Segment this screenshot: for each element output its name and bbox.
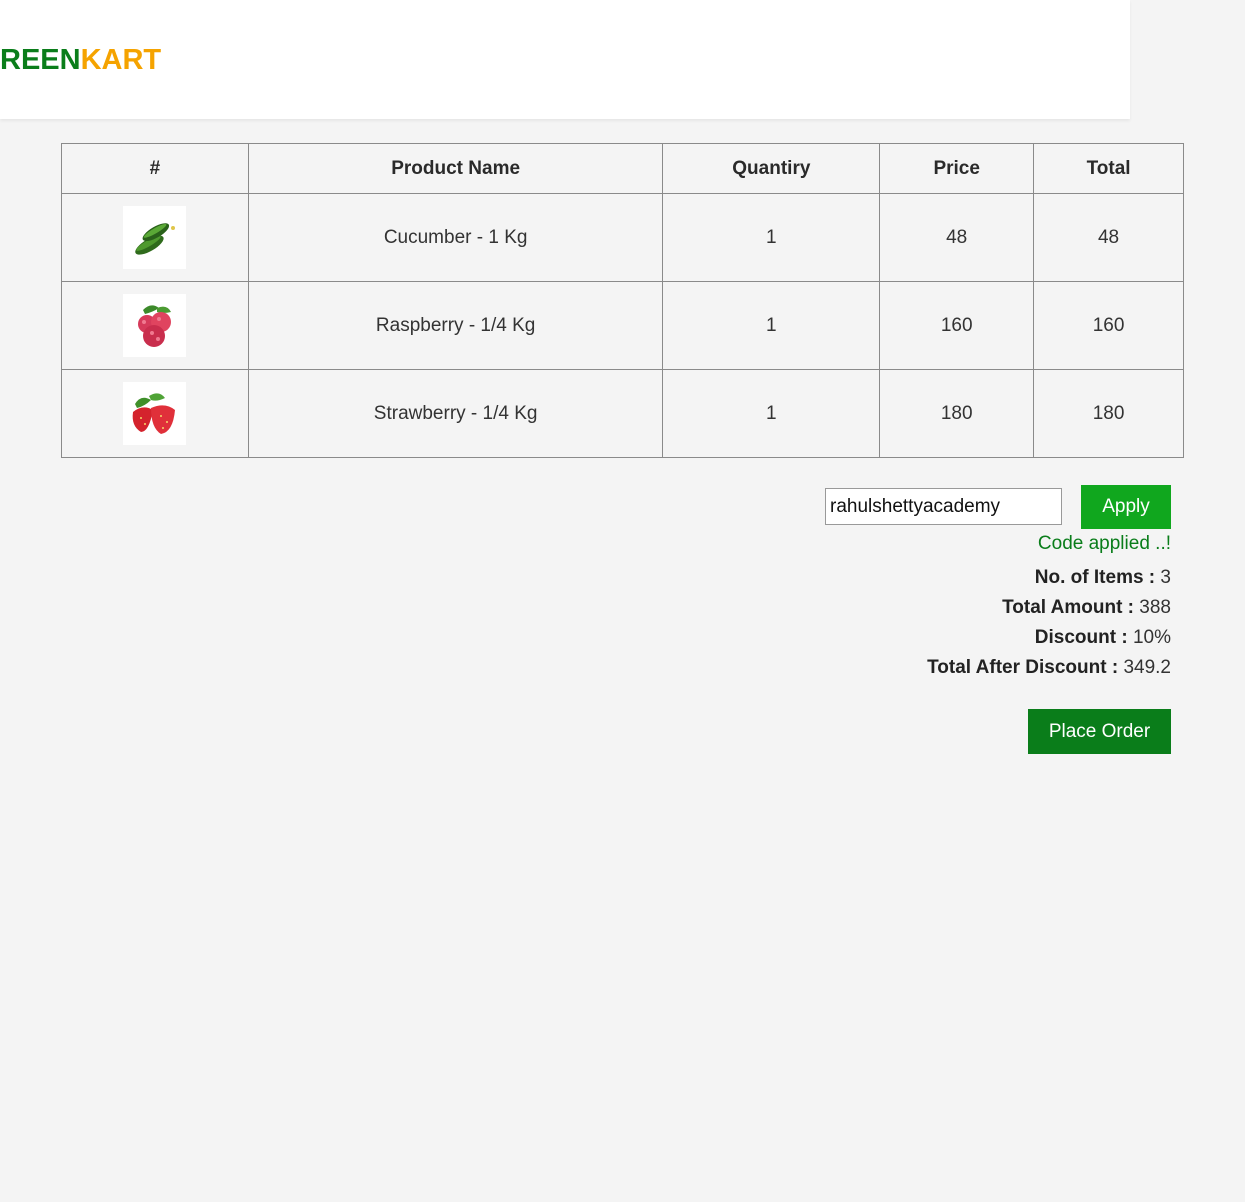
total-after-discount-value: 349.2 bbox=[1123, 657, 1171, 678]
product-image-cell bbox=[61, 281, 249, 370]
items-count-value: 3 bbox=[1160, 567, 1171, 588]
product-image-cell bbox=[61, 193, 249, 282]
total-amount-label: Total Amount : bbox=[1002, 597, 1135, 618]
column-header-index: # bbox=[61, 143, 249, 194]
discount-value: 10% bbox=[1132, 627, 1171, 648]
product-price: 48 bbox=[879, 193, 1035, 282]
table-row: Raspberry - 1/4 Kg 1 160 160 bbox=[61, 281, 1184, 370]
discount-label: Discount : bbox=[1034, 627, 1128, 648]
header: REENKART bbox=[0, 0, 1130, 119]
product-quantity: 1 bbox=[662, 193, 881, 282]
product-name: Raspberry - 1/4 Kg bbox=[247, 281, 664, 370]
column-header-product-name: Product Name bbox=[247, 143, 664, 194]
total-after-discount-label: Total After Discount : bbox=[927, 657, 1119, 678]
cucumber-image bbox=[123, 206, 187, 269]
product-price: 180 bbox=[879, 369, 1035, 458]
brand-logo-orange-part: KART bbox=[80, 44, 162, 76]
total-amount-value: 388 bbox=[1139, 597, 1171, 618]
order-summary: No. of Items : 3 Total Amount : 388 Disc… bbox=[927, 563, 1171, 683]
promo-info-message: Code applied ..! bbox=[1037, 533, 1171, 554]
product-total: 48 bbox=[1033, 193, 1184, 282]
summary-total-row: Total Amount : 388 bbox=[927, 593, 1171, 623]
product-name: Cucumber - 1 Kg bbox=[247, 193, 664, 282]
items-count-label: No. of Items : bbox=[1034, 567, 1156, 588]
product-image-cell bbox=[61, 369, 249, 458]
table-row: Cucumber - 1 Kg 1 48 48 bbox=[61, 193, 1184, 282]
summary-after-row: Total After Discount : 349.2 bbox=[927, 653, 1171, 683]
summary-discount-row: Discount : 10% bbox=[927, 623, 1171, 653]
brand-logo[interactable]: REENKART bbox=[0, 44, 161, 77]
brand-logo-green-part: REEN bbox=[0, 44, 81, 76]
product-quantity: 1 bbox=[662, 369, 881, 458]
product-total: 160 bbox=[1033, 281, 1184, 370]
product-name: Strawberry - 1/4 Kg bbox=[247, 369, 664, 458]
table-header-row: # Product Name Quantiry Price Total bbox=[61, 143, 1184, 194]
product-total: 180 bbox=[1033, 369, 1184, 458]
cart-table: # Product Name Quantiry Price Total Cucu… bbox=[61, 143, 1184, 458]
summary-items-row: No. of Items : 3 bbox=[927, 563, 1171, 593]
apply-promo-button[interactable]: Apply bbox=[1081, 485, 1171, 529]
product-price: 160 bbox=[879, 281, 1035, 370]
table-row: Strawberry - 1/4 Kg 1 180 180 bbox=[61, 369, 1184, 458]
column-header-quantity: Quantiry bbox=[662, 143, 881, 194]
promo-code-input[interactable] bbox=[825, 488, 1062, 525]
strawberry-image bbox=[123, 382, 187, 445]
column-header-total: Total bbox=[1033, 143, 1184, 194]
product-quantity: 1 bbox=[662, 281, 881, 370]
raspberry-image bbox=[123, 294, 187, 357]
place-order-button[interactable]: Place Order bbox=[1028, 709, 1171, 754]
column-header-price: Price bbox=[879, 143, 1035, 194]
